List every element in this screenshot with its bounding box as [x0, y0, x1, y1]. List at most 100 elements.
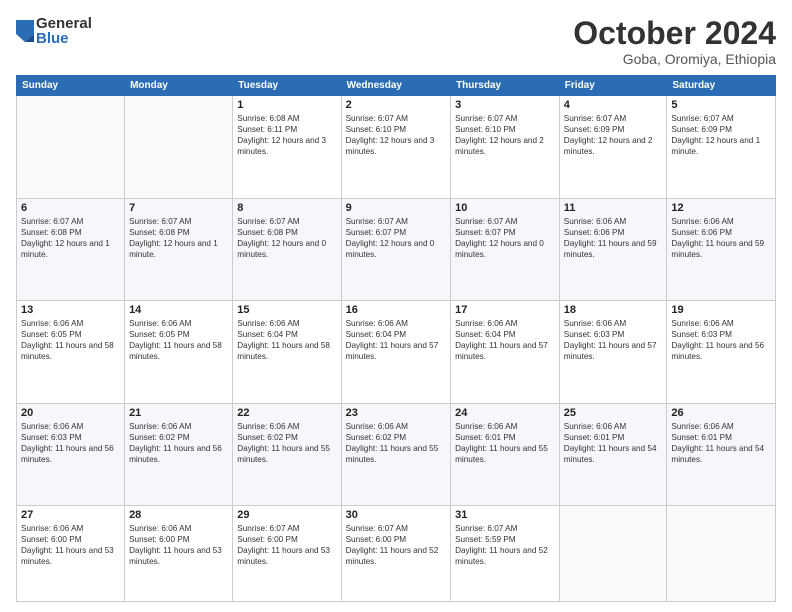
day-cell: 9Sunrise: 6:07 AM Sunset: 6:07 PM Daylig…	[341, 198, 451, 300]
day-cell	[667, 505, 776, 601]
week-row-1: 1 Sunrise: 6:08 AM Sunset: 6:11 PM Daylig…	[17, 96, 776, 198]
logo-blue: Blue	[36, 31, 92, 46]
calendar-subtitle: Goba, Oromiya, Ethiopia	[573, 51, 776, 67]
day-detail: Sunrise: 6:06 AM Sunset: 6:06 PM Dayligh…	[671, 216, 771, 260]
day-number: 4	[564, 99, 663, 111]
day-number: 8	[237, 202, 336, 214]
day-detail: Sunrise: 6:06 AM Sunset: 6:01 PM Dayligh…	[564, 421, 663, 465]
day-cell: 14 Sunrise: 6:06 AM Sunset: 6:05 PM Dayli…	[125, 301, 233, 403]
day-detail: Sunrise: 6:06 AM Sunset: 6:05 PM Dayligh…	[129, 318, 228, 362]
day-cell: 31 Sunrise: 6:07 AM Sunset: 5:59 PM Dayli…	[451, 505, 560, 601]
day-cell: 20 Sunrise: 6:06 AM Sunset: 6:03 PM Dayli…	[17, 403, 125, 505]
logo-general: General	[36, 16, 92, 31]
day-detail: Sunrise: 6:06 AM Sunset: 6:02 PM Dayligh…	[237, 421, 336, 465]
logo-icon	[16, 20, 34, 42]
day-number: 30	[346, 509, 447, 521]
day-detail: Sunrise: 6:07 AM Sunset: 6:08 PM Dayligh…	[237, 216, 336, 260]
day-cell: 28Sunrise: 6:06 AM Sunset: 6:00 PM Dayli…	[125, 505, 233, 601]
day-cell: 30Sunrise: 6:07 AM Sunset: 6:00 PM Dayli…	[341, 505, 451, 601]
day-detail: Sunrise: 6:06 AM Sunset: 6:03 PM Dayligh…	[21, 421, 120, 465]
day-detail: Sunrise: 6:06 AM Sunset: 6:04 PM Dayligh…	[237, 318, 336, 362]
day-number: 7	[129, 202, 228, 214]
day-cell: 1 Sunrise: 6:08 AM Sunset: 6:11 PM Daylig…	[233, 96, 341, 198]
day-detail: Sunrise: 6:06 AM Sunset: 6:06 PM Dayligh…	[564, 216, 663, 260]
week-row-3: 13 Sunrise: 6:06 AM Sunset: 6:05 PM Dayli…	[17, 301, 776, 403]
day-detail: Sunrise: 6:06 AM Sunset: 6:01 PM Dayligh…	[455, 421, 555, 465]
week-row-5: 27 Sunrise: 6:06 AM Sunset: 6:00 PM Dayli…	[17, 505, 776, 601]
day-detail: Sunrise: 6:07 AM Sunset: 6:08 PM Dayligh…	[129, 216, 228, 260]
day-cell	[125, 96, 233, 198]
day-number: 13	[21, 304, 120, 316]
day-cell: 6Sunrise: 6:07 AM Sunset: 6:08 PM Daylig…	[17, 198, 125, 300]
col-header-thursday: Thursday	[451, 76, 560, 96]
day-number: 6	[21, 202, 120, 214]
day-cell: 22 Sunrise: 6:06 AM Sunset: 6:02 PM Dayli…	[233, 403, 341, 505]
day-number: 20	[21, 407, 120, 419]
day-number: 11	[564, 202, 663, 214]
day-number: 12	[671, 202, 771, 214]
col-header-tuesday: Tuesday	[233, 76, 341, 96]
day-number: 31	[455, 509, 555, 521]
day-number: 14	[129, 304, 228, 316]
header-row: SundayMondayTuesdayWednesdayThursdayFrid…	[17, 76, 776, 96]
day-cell	[17, 96, 125, 198]
week-row-4: 20 Sunrise: 6:06 AM Sunset: 6:03 PM Dayli…	[17, 403, 776, 505]
header: General Blue October 2024 Goba, Oromiya,…	[16, 16, 776, 67]
day-number: 24	[455, 407, 555, 419]
day-number: 21	[129, 407, 228, 419]
calendar-table: SundayMondayTuesdayWednesdayThursdayFrid…	[16, 75, 776, 602]
title-block: October 2024 Goba, Oromiya, Ethiopia	[573, 16, 776, 67]
calendar-title: October 2024	[573, 16, 776, 51]
day-number: 18	[564, 304, 663, 316]
col-header-friday: Friday	[559, 76, 667, 96]
day-number: 17	[455, 304, 555, 316]
day-detail: Sunrise: 6:06 AM Sunset: 6:04 PM Dayligh…	[346, 318, 447, 362]
day-detail: Sunrise: 6:06 AM Sunset: 6:03 PM Dayligh…	[564, 318, 663, 362]
day-number: 10	[455, 202, 555, 214]
day-cell: 27 Sunrise: 6:06 AM Sunset: 6:00 PM Dayli…	[17, 505, 125, 601]
day-cell: 15 Sunrise: 6:06 AM Sunset: 6:04 PM Dayli…	[233, 301, 341, 403]
day-number: 19	[671, 304, 771, 316]
day-number: 23	[346, 407, 447, 419]
day-detail: Sunrise: 6:07 AM Sunset: 6:10 PM Dayligh…	[346, 113, 447, 157]
day-number: 25	[564, 407, 663, 419]
day-cell: 8 Sunrise: 6:07 AM Sunset: 6:08 PM Daylig…	[233, 198, 341, 300]
day-cell: 4Sunrise: 6:07 AM Sunset: 6:09 PM Daylig…	[559, 96, 667, 198]
day-cell: 24 Sunrise: 6:06 AM Sunset: 6:01 PM Dayli…	[451, 403, 560, 505]
day-cell: 11 Sunrise: 6:06 AM Sunset: 6:06 PM Dayli…	[559, 198, 667, 300]
day-cell: 17 Sunrise: 6:06 AM Sunset: 6:04 PM Dayli…	[451, 301, 560, 403]
day-cell: 13 Sunrise: 6:06 AM Sunset: 6:05 PM Dayli…	[17, 301, 125, 403]
week-row-2: 6 Sunrise: 6:07 AM Sunset: 6:08 PM Daylig…	[17, 198, 776, 300]
day-detail: Sunrise: 6:07 AM Sunset: 6:07 PM Dayligh…	[346, 216, 447, 260]
day-detail: Sunrise: 6:06 AM Sunset: 6:02 PM Dayligh…	[346, 421, 447, 465]
day-detail: Sunrise: 6:06 AM Sunset: 6:04 PM Dayligh…	[455, 318, 555, 362]
day-cell: 29Sunrise: 6:07 AM Sunset: 6:00 PM Dayli…	[233, 505, 341, 601]
day-detail: Sunrise: 6:06 AM Sunset: 6:02 PM Dayligh…	[129, 421, 228, 465]
day-cell: 2 Sunrise: 6:07 AM Sunset: 6:10 PM Daylig…	[341, 96, 451, 198]
day-cell: 16Sunrise: 6:06 AM Sunset: 6:04 PM Dayli…	[341, 301, 451, 403]
day-detail: Sunrise: 6:07 AM Sunset: 6:00 PM Dayligh…	[237, 523, 336, 567]
day-number: 2	[346, 99, 447, 111]
day-detail: Sunrise: 6:07 AM Sunset: 6:09 PM Dayligh…	[671, 113, 771, 157]
day-detail: Sunrise: 6:07 AM Sunset: 5:59 PM Dayligh…	[455, 523, 555, 567]
day-number: 3	[455, 99, 555, 111]
col-header-sunday: Sunday	[17, 76, 125, 96]
day-number: 22	[237, 407, 336, 419]
day-number: 15	[237, 304, 336, 316]
day-detail: Sunrise: 6:06 AM Sunset: 6:00 PM Dayligh…	[21, 523, 120, 567]
day-cell	[559, 505, 667, 601]
day-detail: Sunrise: 6:06 AM Sunset: 6:05 PM Dayligh…	[21, 318, 120, 362]
day-detail: Sunrise: 6:07 AM Sunset: 6:10 PM Dayligh…	[455, 113, 555, 157]
logo: General Blue	[16, 16, 92, 46]
day-cell: 23 Sunrise: 6:06 AM Sunset: 6:02 PM Dayli…	[341, 403, 451, 505]
day-detail: Sunrise: 6:08 AM Sunset: 6:11 PM Dayligh…	[237, 113, 336, 157]
day-number: 1	[237, 99, 336, 111]
day-detail: Sunrise: 6:07 AM Sunset: 6:07 PM Dayligh…	[455, 216, 555, 260]
day-cell: 18 Sunrise: 6:06 AM Sunset: 6:03 PM Dayli…	[559, 301, 667, 403]
day-cell: 25 Sunrise: 6:06 AM Sunset: 6:01 PM Dayli…	[559, 403, 667, 505]
col-header-wednesday: Wednesday	[341, 76, 451, 96]
day-cell: 5Sunrise: 6:07 AM Sunset: 6:09 PM Daylig…	[667, 96, 776, 198]
day-number: 27	[21, 509, 120, 521]
day-cell: 21 Sunrise: 6:06 AM Sunset: 6:02 PM Dayli…	[125, 403, 233, 505]
day-detail: Sunrise: 6:06 AM Sunset: 6:01 PM Dayligh…	[671, 421, 771, 465]
